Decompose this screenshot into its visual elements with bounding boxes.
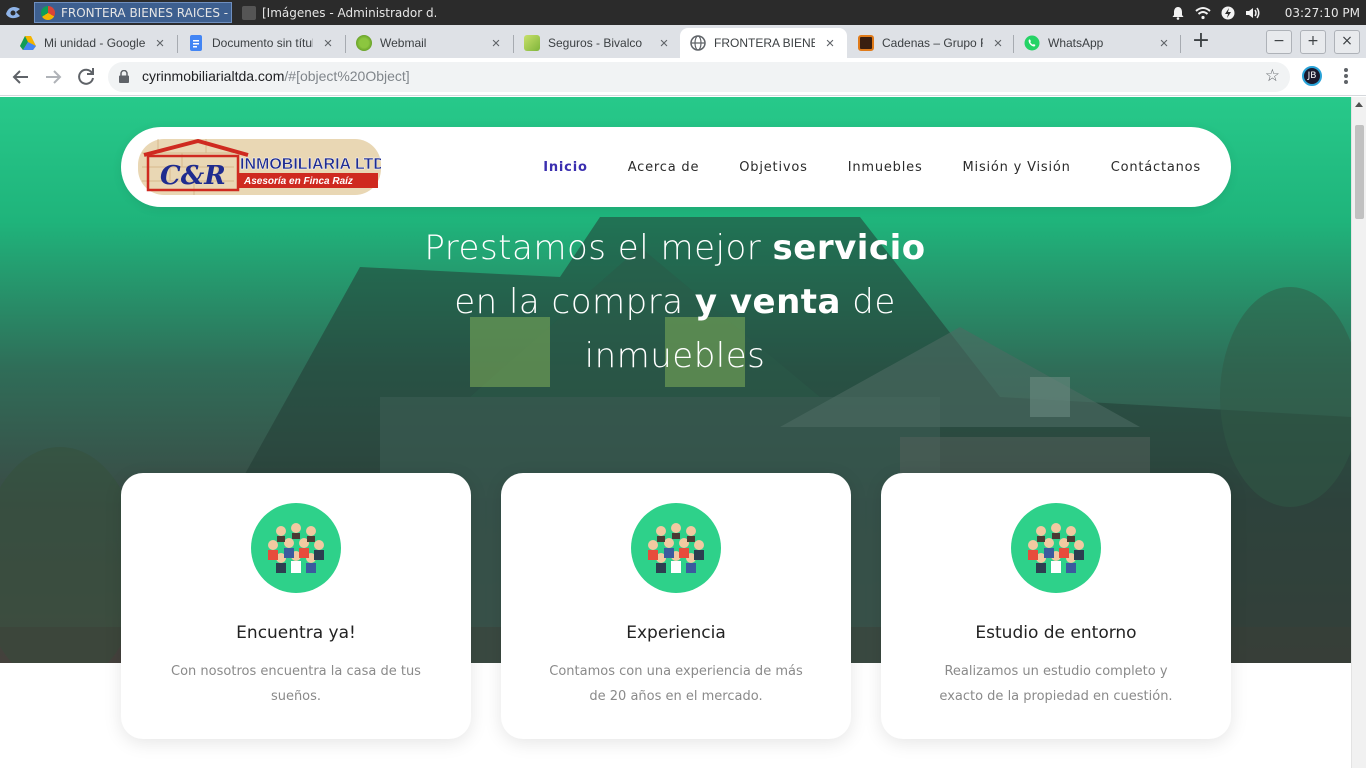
browser-tab-strip: Mi unidad - Google Drive × Documento sin… [0, 25, 1366, 58]
lock-icon[interactable] [118, 70, 130, 83]
reload-button[interactable] [74, 65, 98, 89]
back-button[interactable] [9, 65, 33, 89]
tab-google-drive[interactable]: Mi unidad - Google Drive × [10, 28, 177, 58]
people-group-icon [631, 503, 721, 593]
bookmark-star-icon[interactable]: ☆ [1265, 66, 1280, 86]
close-icon[interactable]: × [153, 35, 167, 52]
site-navbar: C&R INMOBILIARIA LTDA. Asesoría en Finca… [121, 127, 1231, 207]
page-viewport: C&R INMOBILIARIA LTDA. Asesoría en Finca… [0, 97, 1351, 768]
globe-icon [690, 35, 706, 51]
tab-label: WhatsApp [1048, 36, 1104, 50]
whatsapp-icon [1024, 35, 1040, 51]
google-drive-icon [20, 36, 36, 50]
tab-bivalco[interactable]: Seguros - Bivalco × [514, 28, 681, 58]
menu-item-acerca-de[interactable]: Acerca de [628, 160, 700, 175]
close-icon[interactable]: × [991, 35, 1005, 52]
feature-card-experiencia: Experiencia Contamos con una experiencia… [501, 473, 851, 739]
tab-google-docs[interactable]: Documento sin título × [178, 28, 345, 58]
close-icon[interactable]: × [823, 35, 837, 52]
close-icon[interactable]: × [489, 35, 503, 52]
chrome-icon [41, 5, 55, 20]
tab-label: Seguros - Bivalco [548, 36, 643, 50]
company-logo[interactable]: C&R INMOBILIARIA LTDA. Asesoría en Finca… [138, 139, 381, 195]
minimize-button[interactable]: − [1266, 30, 1292, 54]
close-window-button[interactable]: × [1334, 30, 1360, 54]
scrollbar-thumb[interactable] [1355, 125, 1364, 219]
main-menu: Inicio Acerca de Objetivos Inmuebles Mis… [543, 127, 1201, 207]
forward-arrow-icon [46, 70, 62, 84]
taskbar-item-label: [Imágenes - Administrador d... [262, 5, 436, 20]
system-tray: 03:27:10 PM [1171, 0, 1366, 25]
tab-label: Documento sin título [212, 36, 313, 50]
reload-icon [78, 68, 94, 85]
google-docs-icon [190, 35, 202, 51]
svg-text:INMOBILIARIA LTDA.: INMOBILIARIA LTDA. [240, 156, 381, 173]
tab-label: Webmail [380, 36, 427, 50]
battery-charging-icon[interactable] [1221, 6, 1235, 20]
svg-text:Asesoría en Finca Raíz: Asesoría en Finca Raíz [243, 176, 353, 187]
menu-item-contactanos[interactable]: Contáctanos [1111, 160, 1201, 175]
tab-label: FRONTERA BIENES RAICES [714, 36, 815, 50]
tab-webmail[interactable]: Webmail × [346, 28, 513, 58]
people-group-icon [251, 503, 341, 593]
svg-text:C&R: C&R [160, 161, 226, 191]
profile-avatar[interactable]: JB [1302, 66, 1322, 86]
close-icon[interactable]: × [657, 35, 671, 52]
browser-toolbar: cyrinmobiliarialtda.com/#[object%20Objec… [0, 58, 1366, 96]
browser-menu-icon[interactable] [1340, 66, 1352, 86]
feature-title: Estudio de entorno [975, 623, 1137, 643]
taskbar-item-frontera[interactable]: FRONTERA BIENES RAICES - ... [34, 2, 232, 23]
people-group-icon [1011, 503, 1101, 593]
feature-description: Contamos con una experiencia de más de 2… [549, 664, 803, 704]
feature-description: Con nosotros encuentra la casa de tus su… [171, 664, 421, 704]
volume-icon[interactable] [1245, 6, 1261, 20]
hero-headline: Prestamos el mejor servicio en la compra… [424, 228, 926, 376]
tab-whatsapp[interactable]: WhatsApp × [1014, 28, 1181, 58]
menu-item-objetivos[interactable]: Objetivos [739, 160, 807, 175]
close-icon[interactable]: × [321, 35, 335, 52]
maximize-button[interactable]: + [1300, 30, 1326, 54]
scroll-up-arrow-icon[interactable] [1355, 102, 1363, 107]
window-icon [242, 5, 256, 20]
feature-description: Realizamos un estudio completo y exacto … [939, 664, 1173, 704]
forward-button[interactable] [41, 65, 65, 89]
page-scrollbar[interactable] [1351, 97, 1366, 768]
bivalco-icon [524, 35, 540, 51]
feature-title: Experiencia [626, 623, 726, 643]
feature-title: Encuentra ya! [236, 623, 356, 643]
taskbar-item-label: FRONTERA BIENES RAICES - ... [61, 5, 232, 20]
taskbar-item-imagenes[interactable]: [Imágenes - Administrador d... [236, 2, 436, 23]
feature-card-estudio-entorno: Estudio de entorno Realizamos un estudio… [881, 473, 1231, 739]
os-taskbar: FRONTERA BIENES RAICES - ... [Imágenes -… [0, 0, 1366, 25]
webmail-icon [356, 35, 372, 51]
clock[interactable]: 03:27:10 PM [1285, 6, 1360, 20]
wifi-icon[interactable] [1195, 6, 1211, 20]
menu-item-mision-vision[interactable]: Misión y Visión [963, 160, 1071, 175]
menu-item-inmuebles[interactable]: Inmuebles [848, 160, 923, 175]
back-arrow-icon [12, 70, 28, 84]
tab-frontera[interactable]: FRONTERA BIENES RAICES × [680, 28, 847, 58]
close-icon[interactable]: × [1157, 35, 1171, 52]
new-tab-button[interactable]: + [1188, 29, 1214, 55]
menu-item-inicio[interactable]: Inicio [543, 160, 587, 175]
tab-cadenas[interactable]: Cadenas – Grupo Fénix × [848, 28, 1015, 58]
tab-label: Mi unidad - Google Drive [44, 36, 145, 50]
start-menu-icon[interactable] [4, 4, 22, 21]
url-text[interactable]: cyrinmobiliarialtda.com/#[object%20Objec… [142, 68, 410, 84]
bell-icon[interactable] [1171, 6, 1185, 20]
cadenas-icon [858, 35, 874, 51]
feature-card-encuentra: Encuentra ya! Con nosotros encuentra la … [121, 473, 471, 739]
address-bar[interactable]: cyrinmobiliarialtda.com/#[object%20Objec… [108, 62, 1290, 92]
tab-label: Cadenas – Grupo Fénix [882, 36, 983, 50]
